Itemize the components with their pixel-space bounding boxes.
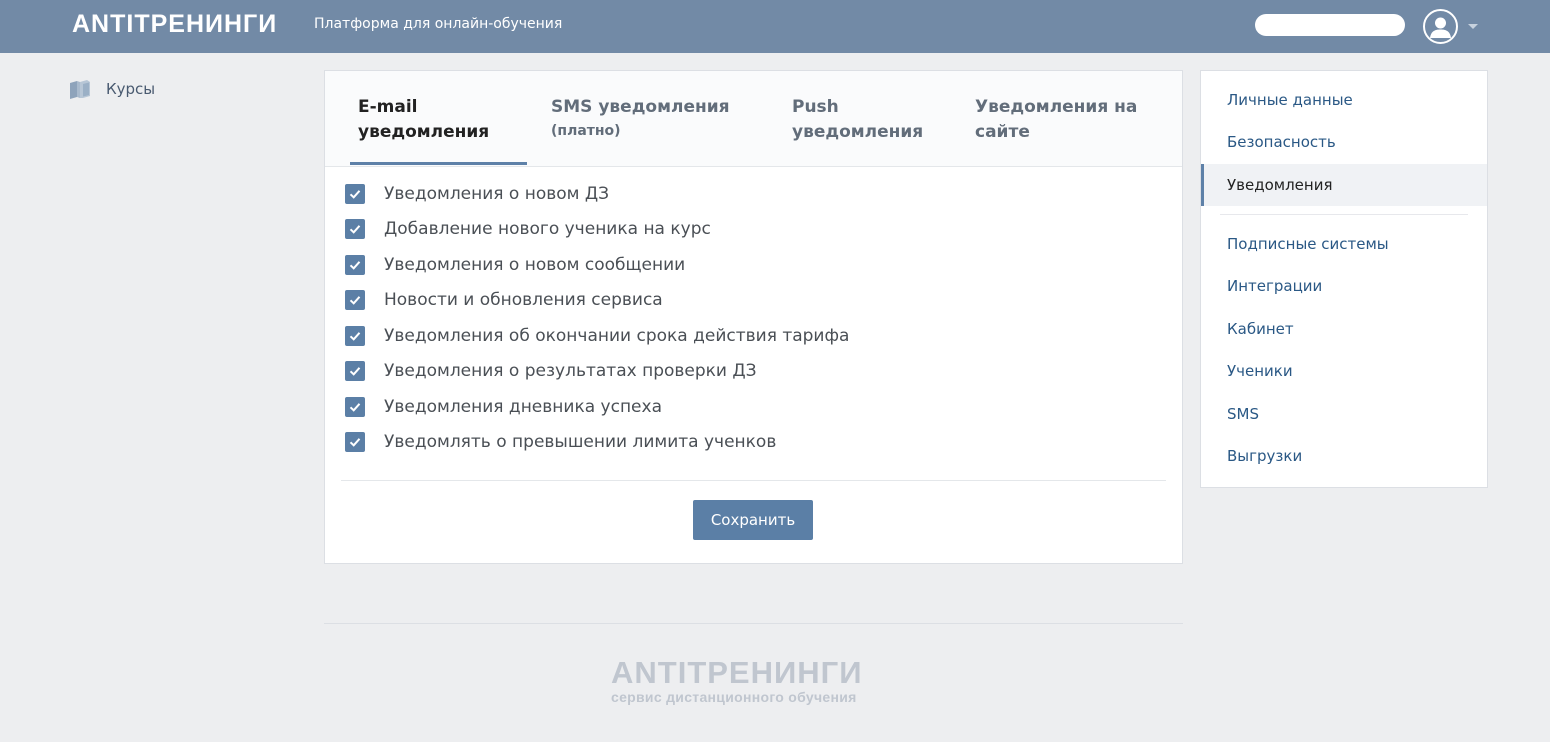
checkbox[interactable]	[345, 432, 365, 452]
tab-sms-line1: SMS уведомления	[551, 97, 730, 117]
menu-item-subscription-systems[interactable]: Подписные системы	[1201, 223, 1487, 265]
checkbox[interactable]	[345, 361, 365, 381]
tab-site[interactable]: Уведомления на сайте	[975, 95, 1137, 145]
menu-item-notifications[interactable]: Уведомления	[1201, 164, 1487, 206]
menu-item-security[interactable]: Безопасность	[1201, 121, 1487, 163]
tab-email-line1: E-mail	[358, 97, 418, 117]
checkbox[interactable]	[345, 397, 365, 417]
check-icon	[349, 190, 361, 199]
check-icon	[349, 438, 361, 447]
checkbox[interactable]	[345, 290, 365, 310]
menu-item-students[interactable]: Ученики	[1201, 350, 1487, 392]
leftnav-item-courses[interactable]: Курсы	[68, 76, 155, 102]
footer-divider	[324, 623, 1183, 624]
menu-item-integrations[interactable]: Интеграции	[1201, 265, 1487, 307]
tab-site-line1: Уведомления на	[975, 97, 1138, 117]
app-tagline: Платформа для онлайн-обучения	[314, 16, 563, 32]
menu-divider	[1220, 214, 1468, 215]
notification-tabs: E-mail уведомления SMS уведомления (плат…	[325, 71, 1182, 167]
option-tariff-expiry[interactable]: Уведомления об окончании срока действия …	[345, 323, 849, 349]
option-label: Новости и обновления сервиса	[384, 290, 663, 310]
tab-site-line2: сайте	[975, 122, 1030, 142]
settings-menu: Личные данные Безопасность Уведомления П…	[1200, 70, 1488, 488]
notifications-card: E-mail уведомления SMS уведомления (плат…	[324, 70, 1183, 564]
top-header: ANTITРЕНИНГИ Платформа для онлайн-обучен…	[0, 0, 1550, 53]
checkbox[interactable]	[345, 184, 365, 204]
option-label: Уведомлять о превышении лимита ученков	[384, 432, 777, 452]
books-icon	[70, 80, 90, 99]
option-homework-results[interactable]: Уведомления о результатах проверки ДЗ	[345, 358, 757, 384]
option-label: Уведомления об окончании срока действия …	[384, 326, 850, 346]
app-logo[interactable]: ANTITРЕНИНГИ	[72, 10, 277, 39]
save-button[interactable]: Сохранить	[693, 500, 813, 540]
option-label: Уведомления дневника успеха	[384, 397, 662, 417]
option-new-student[interactable]: Добавление нового ученика на курс	[345, 216, 711, 242]
option-new-homework[interactable]: Уведомления о новом ДЗ	[345, 181, 609, 207]
tab-push-line1: Push	[792, 97, 839, 117]
checkbox[interactable]	[345, 219, 365, 239]
option-new-message[interactable]: Уведомления о новом сообщении	[345, 252, 685, 278]
check-icon	[349, 261, 361, 270]
tab-email[interactable]: E-mail уведомления	[358, 95, 489, 145]
check-icon	[349, 403, 361, 412]
option-label: Уведомления о новом ДЗ	[384, 184, 610, 204]
user-icon	[1430, 17, 1451, 38]
tab-sms-sub: (платно)	[551, 123, 621, 139]
check-icon	[349, 296, 361, 305]
check-icon	[349, 332, 361, 341]
tab-push-line2: уведомления	[792, 122, 924, 142]
menu-item-sms[interactable]: SMS	[1201, 393, 1487, 435]
option-label: Добавление нового ученика на курс	[384, 219, 711, 239]
active-tab-indicator	[350, 162, 527, 165]
tab-sms[interactable]: SMS уведомления (платно)	[551, 95, 730, 142]
footer-logo: ANTITРЕНИНГИ	[611, 655, 863, 690]
leftnav-item-label: Курсы	[106, 80, 156, 98]
checkbox[interactable]	[345, 255, 365, 275]
user-name-redacted[interactable]	[1255, 14, 1405, 36]
option-label: Уведомления о новом сообщении	[384, 255, 686, 275]
option-student-limit[interactable]: Уведомлять о превышении лимита ученков	[345, 429, 776, 455]
divider	[341, 480, 1166, 481]
tab-email-line2: уведомления	[358, 122, 490, 142]
avatar[interactable]	[1423, 9, 1458, 44]
footer-tagline: сервис дистанционного обучения	[611, 689, 857, 705]
menu-item-personal-data[interactable]: Личные данные	[1201, 79, 1487, 121]
option-success-diary[interactable]: Уведомления дневника успеха	[345, 394, 662, 420]
menu-item-cabinet[interactable]: Кабинет	[1201, 308, 1487, 350]
check-icon	[349, 367, 361, 376]
menu-item-exports[interactable]: Выгрузки	[1201, 435, 1487, 477]
check-icon	[349, 225, 361, 234]
option-label: Уведомления о результатах проверки ДЗ	[384, 361, 757, 381]
checkbox[interactable]	[345, 326, 365, 346]
option-news[interactable]: Новости и обновления сервиса	[345, 287, 663, 313]
chevron-down-icon[interactable]	[1468, 24, 1478, 29]
tab-push[interactable]: Push уведомления	[792, 95, 923, 145]
